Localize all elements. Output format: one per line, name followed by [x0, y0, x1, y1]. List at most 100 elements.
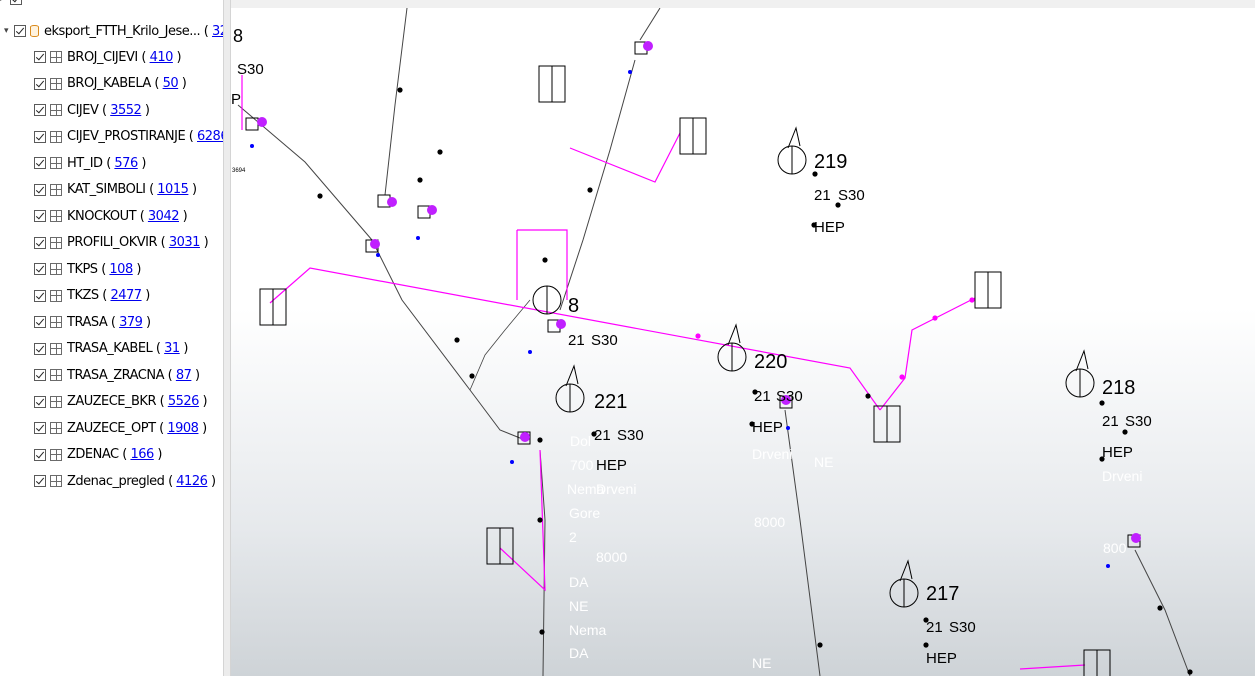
layer-row[interactable]: TRASA ( 379 ) [34, 311, 151, 333]
checkbox-icon[interactable] [10, 0, 22, 5]
layer-count[interactable]: 5526 [168, 394, 200, 409]
pole-dot [817, 642, 823, 648]
map-label: Dol [570, 433, 591, 449]
pole-dot [923, 617, 929, 623]
map-label: 21 [568, 332, 585, 349]
map-label: 3694 [232, 168, 246, 174]
layer-row-partial[interactable]: ▸ [0, 0, 26, 10]
pole-dot [1122, 429, 1128, 435]
pole-dot [695, 333, 701, 339]
map-label: Drveni [752, 446, 792, 462]
layer-row[interactable]: ZAUZECE_OPT ( 1908 ) [34, 417, 207, 439]
pole-dot [587, 187, 593, 193]
layer-checkbox[interactable] [34, 210, 46, 222]
layer-checkbox[interactable] [34, 422, 46, 434]
layer-checkbox[interactable] [34, 130, 46, 143]
layer-count[interactable]: 379 [119, 315, 143, 330]
layer-count[interactable]: 2477 [110, 288, 142, 303]
layer-checkbox[interactable] [34, 77, 46, 90]
layer-row[interactable]: CIJEV ( 3552 ) [34, 99, 150, 121]
layer-name: CIJEV_PROSTIRANJE [67, 129, 186, 144]
layer-row[interactable]: TRASA_KABEL ( 31 ) [34, 338, 188, 360]
layer-count[interactable]: 3552 [110, 103, 142, 118]
layer-name: HT_ID [67, 155, 103, 171]
root-checkbox[interactable] [14, 25, 26, 37]
manhole-number: 217 [926, 583, 959, 605]
layer-count[interactable]: 1908 [167, 421, 199, 436]
pole-lines [237, 8, 1191, 676]
layer-checkbox[interactable] [34, 183, 46, 196]
layer-row[interactable]: BROJ_KABELA ( 50 ) [34, 73, 187, 95]
layer-checkbox[interactable] [34, 369, 46, 381]
layer-row[interactable]: TKZS ( 2477 ) [34, 285, 150, 307]
layer-row[interactable]: ZAUZECE_BKR ( 5526 ) [34, 391, 208, 413]
layer-checkbox[interactable] [34, 342, 46, 355]
layer-checkbox[interactable] [34, 289, 46, 302]
layer-count[interactable]: 4126 [176, 474, 208, 489]
map-label: Gore [569, 505, 600, 521]
layer-row[interactable]: ZDENAC ( 166 ) [34, 444, 163, 466]
map-view[interactable]: 8 S30 P 3694 219 21 S30 HEP 220 21 S30 H… [231, 8, 1255, 676]
map-label: NE [569, 598, 588, 614]
layer-name: PROFILI_OKVIR [67, 235, 158, 250]
layer-row[interactable]: TKPS ( 108 ) [34, 258, 141, 280]
map-label: 8000 [754, 514, 785, 530]
layer-checkbox[interactable] [34, 263, 46, 275]
map-labels: 8 S30 P 3694 219 21 S30 HEP 220 21 S30 H… [231, 26, 1152, 671]
layer-checkbox[interactable] [34, 236, 46, 249]
layer-checkbox[interactable] [34, 448, 46, 461]
pole-dot [1099, 400, 1105, 406]
table-icon [50, 475, 62, 487]
layer-checkbox[interactable] [34, 316, 46, 328]
map-label: 8 [568, 295, 579, 317]
map-label: HEP [1102, 444, 1133, 461]
map-canvas[interactable]: 8 S30 P 3694 219 21 S30 HEP 220 21 S30 H… [231, 8, 1255, 676]
layer-checkbox[interactable] [34, 51, 46, 63]
collapse-icon[interactable]: ▾ [4, 26, 12, 36]
layer-count[interactable]: 410 [150, 50, 174, 65]
layer-name: BROJ_CIJEVI [67, 49, 138, 65]
table-icon [50, 77, 62, 90]
layer-row[interactable]: KAT_SIMBOLI ( 1015 ) [34, 179, 197, 201]
layer-count[interactable]: 6286 [197, 129, 223, 144]
layer-name: ZDENAC [67, 447, 119, 462]
layer-row[interactable]: PROFILI_OKVIR ( 3031 ) [34, 232, 209, 254]
manhole-number: 218 [1102, 377, 1135, 399]
pole-dot [969, 297, 975, 303]
pole-dot [811, 222, 817, 228]
layer-count[interactable]: 31 [164, 341, 180, 356]
layer-count[interactable]: 108 [109, 262, 133, 277]
layer-count[interactable]: 3042 [148, 209, 180, 224]
layer-count[interactable]: 50 [163, 76, 179, 91]
layer-name: Zdenac_pregled [67, 473, 165, 489]
table-icon [50, 236, 62, 249]
pole-dot [542, 257, 548, 263]
pole-dot [932, 315, 938, 321]
layer-row[interactable]: TRASA_ZRACNA ( 87 ) [34, 364, 200, 386]
layer-name: TRASA_KABEL [67, 341, 153, 356]
pole-dot [1187, 669, 1193, 675]
layer-row[interactable]: Zdenac_pregled ( 4126 ) [34, 470, 216, 492]
layer-row[interactable]: CIJEV_PROSTIRANJE ( 6286 ) [34, 126, 223, 148]
layer-checkbox[interactable] [34, 157, 46, 169]
layer-checkbox[interactable] [34, 104, 46, 116]
root-layer-count[interactable]: 3277 [212, 24, 223, 39]
layer-row[interactable]: HT_ID ( 576 ) [34, 152, 146, 174]
trace-lines [241, 75, 1086, 670]
layer-count[interactable]: 3031 [169, 235, 201, 250]
layer-row[interactable]: BROJ_CIJEVI ( 410 ) [34, 46, 182, 68]
layer-root-row[interactable]: ▾ eksport_FTTH_Krilo_Jese... ( 3277 [4, 20, 223, 42]
layer-count[interactable]: 166 [130, 447, 154, 462]
pole-dot [537, 517, 543, 523]
layer-row[interactable]: KNOCKOUT ( 3042 ) [34, 205, 188, 227]
panel-splitter[interactable] [223, 0, 231, 676]
layer-count[interactable]: 576 [114, 156, 138, 171]
table-icon [50, 104, 62, 116]
layer-checkbox[interactable] [34, 395, 46, 408]
table-icon [50, 51, 62, 63]
expand-icon[interactable]: ▸ [0, 0, 8, 4]
layer-checkbox[interactable] [34, 475, 46, 487]
layer-count[interactable]: 1015 [157, 182, 189, 197]
layer-count[interactable]: 87 [176, 368, 192, 383]
table-icon [50, 422, 62, 434]
